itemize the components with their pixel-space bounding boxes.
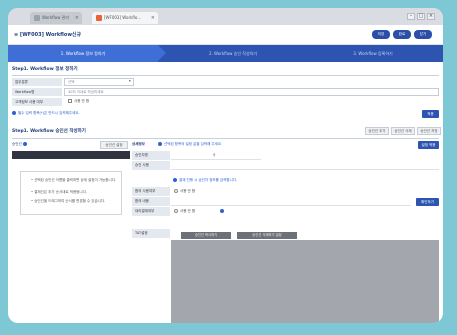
close-icon[interactable]: ×: [151, 12, 155, 24]
detail-row-label: TAT설정: [132, 229, 170, 238]
customer-info-checkbox[interactable]: 사용 안 함: [68, 99, 89, 104]
section-title-step2: Step1. Workflow 승인선 작성하기: [12, 129, 86, 134]
step-1[interactable]: 1. Workflow 정보 정하기: [8, 45, 158, 62]
maximize-button[interactable]: □: [417, 13, 425, 20]
checkbox-icon[interactable]: [68, 99, 72, 103]
approval-setting-button[interactable]: 승인선 설정: [100, 141, 128, 149]
complete-button[interactable]: 완료: [393, 30, 411, 39]
apply-button[interactable]: 적용: [422, 110, 439, 118]
radio-icon[interactable]: [174, 209, 178, 213]
approval-hint-text: 결재 진행 시 승인자 정보를 입력합니다.: [179, 178, 238, 182]
info-dot-icon: [173, 178, 177, 182]
required-note-text: 필수 입력 항목(*)은 반드시 입력해주세요.: [18, 111, 80, 115]
workflow-name-input[interactable]: 40자 이내로 작성하세요: [64, 88, 439, 96]
save-approval-line-button[interactable]: 승인선 저장: [417, 127, 441, 135]
tab-app-icon: [96, 15, 102, 21]
close-button[interactable]: 닫기: [414, 30, 432, 39]
detail-row-label: 승인자명: [132, 151, 170, 160]
add-approval-line-button[interactable]: 승인선 추가: [365, 127, 389, 135]
step-chevron-icon: [158, 45, 166, 61]
help-icon[interactable]: [22, 142, 27, 146]
divider: [12, 138, 439, 139]
approval-line-label: 승인선: [12, 142, 22, 146]
minimize-button[interactable]: –: [407, 13, 415, 20]
guide-box: • 선택된 승인선 이름을 클릭하면 상세 설정이 가능합니다. • 결재선은 …: [20, 171, 122, 215]
browser-chrome: Workflow 관리 × [WF003] Workflo... × – □ ×: [8, 8, 443, 25]
save-button[interactable]: 저장: [372, 30, 390, 39]
tab-label: [WF003] Workflo...: [104, 15, 142, 20]
category-select[interactable]: 선택: [64, 78, 134, 86]
agreement-content-input[interactable]: [171, 197, 411, 206]
step-2[interactable]: 2. Workflow 승인 작성하기: [168, 45, 298, 62]
detail-note-text: 선택된 항목의 설정 값을 입력해 주세요: [164, 142, 222, 146]
info-dot-icon: [158, 142, 162, 146]
detail-row-label: 합의 사용여부: [132, 187, 170, 196]
guide-bullet: • 승인선을 드래그하여 순서를 변경할 수 있습니다.: [31, 199, 106, 203]
close-window-button[interactable]: ×: [427, 13, 435, 20]
field-label: Workflow명: [12, 88, 62, 96]
step-progress-bar: 1. Workflow 정보 정하기 2. Workflow 승인 작성하기 3…: [8, 45, 443, 62]
delete-approval-line-button[interactable]: 승인선 삭제: [391, 127, 415, 135]
approver-input[interactable]: [171, 151, 261, 160]
section-title-step1: Step1. Workflow 정보 정하기: [12, 67, 78, 72]
field-label: 고객정보 사용 여부: [12, 98, 62, 106]
browser-tab-1[interactable]: Workflow 관리 ×: [30, 12, 82, 24]
detail-note: 선택된 항목의 설정 값을 입력해 주세요: [158, 142, 221, 147]
detail-row-label: 대리결재여부: [132, 207, 170, 216]
tab-label: Workflow 관리: [42, 15, 69, 20]
checkbox-label: 사용 안 함: [74, 99, 90, 103]
copy-approval-line-button[interactable]: 승인선 복사하기: [181, 232, 231, 239]
approval-line-header: 승인선: [12, 142, 29, 147]
divider: [12, 75, 439, 76]
approval-line-panel: • 선택된 승인선 이름을 클릭하면 상세 설정이 가능합니다. • 결재선은 …: [12, 151, 130, 306]
required-note: 필수 입력 항목(*)은 반드시 입력해주세요.: [12, 111, 80, 116]
guide-bullet: • 선택된 승인선 이름을 클릭하면 상세 설정이 가능합니다.: [31, 178, 117, 182]
page-header: ≡ [WF003] Workflow신규 저장 완료 닫기: [8, 25, 443, 45]
detail-header: 상세정보: [132, 142, 145, 146]
detail-row-label: 합의 내용: [132, 197, 170, 206]
tab-app-icon: [34, 15, 40, 21]
step-3[interactable]: 3. Workflow 등록하기: [308, 45, 438, 62]
tat-setting-area: [171, 240, 439, 323]
radio-icon[interactable]: [174, 189, 178, 193]
apply-settings-button[interactable]: 설정 적용: [418, 141, 439, 149]
approval-hint: 결재 진행 시 승인자 정보를 입력합니다.: [173, 178, 237, 183]
confirm-button[interactable]: 확인하기: [416, 198, 439, 206]
search-icon[interactable]: ⚲: [213, 153, 216, 157]
page-title: ≡ [WF003] Workflow신규: [14, 32, 82, 38]
guide-text: 결재선은 추가 순서대로 적용됩니다.: [34, 190, 87, 194]
info-dot-icon: [220, 209, 224, 213]
delete-approval-setting-button[interactable]: 승인선 삭제하기 설정: [237, 232, 297, 239]
guide-bullet: • 결재선은 추가 순서대로 적용됩니다.: [31, 190, 87, 194]
browser-tab-2[interactable]: [WF003] Workflo... ×: [92, 12, 158, 24]
chevron-down-icon[interactable]: ▾: [129, 79, 131, 83]
field-label: 업무분류: [12, 78, 62, 86]
panel-header-bar: [12, 151, 130, 159]
proxy-approval-radio[interactable]: 사용 안 함: [174, 209, 195, 214]
agreement-radio[interactable]: 사용 안 함: [174, 189, 195, 194]
info-dot-icon: [12, 111, 16, 115]
guide-text: 승인선을 드래그하여 순서를 변경할 수 있습니다.: [34, 199, 106, 203]
proxy-note: [220, 209, 226, 213]
radio-label: 사용 안 함: [180, 209, 196, 213]
radio-label: 사용 안 함: [180, 189, 196, 193]
guide-text: 선택된 승인선 이름을 클릭하면 상세 설정이 가능합니다.: [34, 178, 117, 182]
close-icon[interactable]: ×: [75, 12, 79, 24]
detail-row-label: 승인 사용: [132, 161, 170, 170]
window: Workflow 관리 × [WF003] Workflo... × – □ ×…: [8, 8, 443, 323]
approval-use-input[interactable]: [171, 161, 439, 170]
